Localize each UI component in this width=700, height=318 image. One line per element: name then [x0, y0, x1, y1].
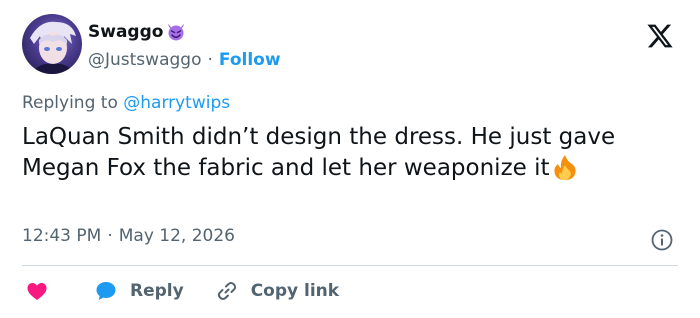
link-icon [217, 282, 236, 300]
info-icon[interactable] [650, 228, 674, 252]
tweet-time: 12:43 PM [22, 226, 102, 246]
replying-prefix: Replying to [22, 93, 118, 113]
divider [22, 265, 678, 266]
follow-button[interactable]: Follow [219, 50, 281, 70]
speech-bubble-icon [96, 282, 116, 300]
reply-label: Reply [130, 281, 184, 301]
tweet-timestamp[interactable]: 12:43 PM · May 12, 2026 [22, 226, 235, 246]
reply-mention-link[interactable]: @harrytwips [123, 93, 230, 113]
tweet-date: May 12, 2026 [118, 226, 235, 246]
separator-dot: · [107, 226, 113, 246]
fire-icon [553, 155, 576, 180]
tweet-text: LaQuan Smith didn’t design the dress. He… [22, 122, 682, 184]
copy-link-button[interactable]: Copy link [215, 279, 339, 303]
tweet-body: LaQuan Smith didn’t design the dress. He… [22, 124, 616, 181]
author-handle[interactable]: @Justswaggo [88, 50, 201, 70]
replying-to: Replying to @harrytwips [22, 93, 230, 113]
x-logo-icon[interactable] [646, 22, 674, 50]
copy-link-label: Copy link [250, 281, 340, 301]
action-bar: Reply Copy link [22, 276, 339, 306]
separator-dot: · [207, 50, 213, 70]
avatar[interactable] [22, 14, 82, 74]
heart-icon [27, 283, 47, 300]
reply-button[interactable]: Reply [94, 279, 184, 303]
tweet-header: Swaggo @Justswaggo · Follow [22, 14, 682, 80]
display-name[interactable]: Swaggo [88, 22, 163, 42]
like-button[interactable] [22, 279, 49, 303]
smiling-face-with-horns-icon [168, 24, 185, 41]
